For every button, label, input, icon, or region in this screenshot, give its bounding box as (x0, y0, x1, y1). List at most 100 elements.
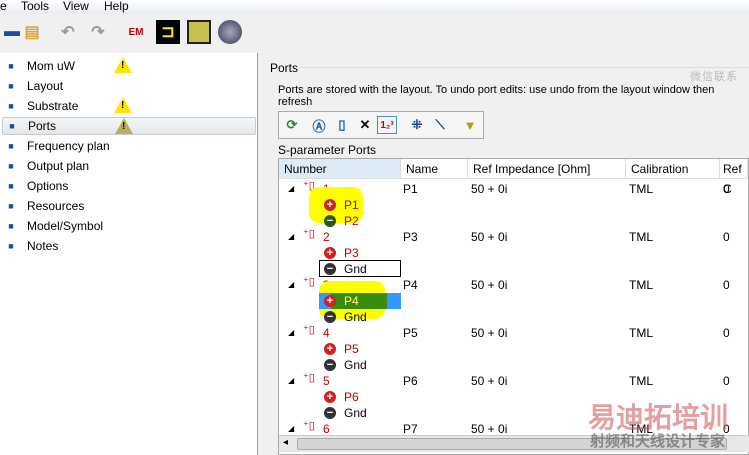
port-name[interactable]: P3 (403, 229, 418, 245)
expand-arrow[interactable]: ◢ (288, 328, 294, 337)
delete-port-icon[interactable]: ✕ (355, 116, 375, 134)
scroll-left-arrow[interactable]: ◂ (283, 437, 288, 448)
minus-terminal-icon: − (324, 407, 336, 419)
em-icon: ■ (8, 61, 14, 71)
port-number[interactable]: 5 (323, 373, 330, 389)
port-calibration[interactable]: TML (629, 229, 653, 245)
minus-terminal[interactable]: P2 (344, 213, 359, 229)
ports-group-title: Ports (270, 61, 299, 75)
minus-terminal[interactable]: Gnd (344, 309, 367, 325)
plus-terminal[interactable]: P5 (344, 341, 359, 357)
port-calibration[interactable]: TML (629, 277, 653, 293)
tree-item-label: Substrate (27, 99, 79, 113)
remove-terminal-icon[interactable]: ⟍ (430, 116, 450, 134)
port-number[interactable]: 4 (323, 325, 330, 341)
minus-terminal-icon: − (324, 215, 336, 227)
port-calibration[interactable]: TML (629, 181, 653, 197)
port-ref[interactable]: 0 (723, 229, 730, 245)
tree-item-label: Notes (27, 239, 59, 253)
tree-item-notes[interactable]: ■ Notes (2, 237, 256, 255)
refresh-icon[interactable]: ⟳ (282, 116, 302, 134)
minus-terminal-icon: − (324, 263, 336, 275)
column-header-number[interactable]: Number (279, 159, 401, 179)
tree-item-resources[interactable]: ■ Resources (2, 197, 256, 215)
3d-view-icon[interactable] (187, 20, 211, 44)
menu-tools[interactable]: Tools (21, 0, 49, 13)
menu-file[interactable]: e (0, 0, 7, 13)
minus-terminal[interactable]: Gnd (344, 261, 367, 277)
open-icon[interactable]: ▤ (20, 20, 44, 44)
undo-icon[interactable]: ↶ (56, 20, 80, 44)
port-name[interactable]: P6 (403, 373, 418, 389)
port-impedance[interactable]: 50 + 0i (471, 325, 507, 341)
port-icon: ⁺▯ (303, 372, 315, 384)
port-ref[interactable]: 0 (723, 181, 730, 197)
expand-arrow[interactable]: ◢ (288, 232, 294, 241)
port-number[interactable]: 2 (323, 229, 330, 245)
expand-arrow[interactable]: ◢ (288, 376, 294, 385)
notes-icon: ■ (8, 241, 14, 251)
port-name[interactable]: P1 (403, 181, 418, 197)
sparameter-ports-label: S-parameter Ports (278, 143, 377, 157)
port-calibration[interactable]: TML (629, 373, 653, 389)
add-terminal-icon[interactable]: ⁜ (407, 116, 427, 134)
minus-terminal-icon: − (324, 359, 336, 371)
minus-terminal[interactable]: Gnd (344, 405, 367, 421)
tree-item-layout[interactable]: ■ Layout (2, 77, 256, 95)
tree-item-label: Model/Symbol (27, 219, 104, 233)
expand-arrow[interactable]: ◢ (288, 184, 294, 193)
minus-terminal-icon: − (324, 311, 336, 323)
watermark-top: 微信联系 (690, 71, 738, 83)
port-name[interactable]: P4 (403, 277, 418, 293)
output-icon: ■ (8, 161, 14, 171)
tree-item-model-symbol[interactable]: ■ Model/Symbol (2, 217, 256, 235)
em-settings-icon[interactable]: EM (124, 20, 148, 44)
selected-cell (331, 293, 387, 309)
port-impedance[interactable]: 50 + 0i (471, 277, 507, 293)
tree-item-output-plan[interactable]: ■ Output plan (2, 157, 256, 175)
filter-icon[interactable]: ▼ (460, 116, 480, 134)
port-ref[interactable]: 0 (723, 325, 730, 341)
minus-terminal[interactable]: Gnd (344, 357, 367, 373)
tree-item-label: Ports (28, 119, 57, 133)
plus-terminal[interactable]: P3 (344, 245, 359, 261)
layout-icon[interactable]: ⊐ (156, 20, 180, 44)
plus-terminal[interactable]: P1 (344, 197, 359, 213)
menu-view[interactable]: View (63, 0, 89, 13)
tree-item-options[interactable]: ■ Options (2, 177, 256, 195)
port-ref[interactable]: 0 (723, 277, 730, 293)
plus-terminal-icon: + (324, 199, 336, 211)
column-header-name[interactable]: Name (401, 159, 468, 179)
main-toolbar (0, 16, 749, 50)
column-header-calibration[interactable]: Calibration (626, 159, 720, 179)
column-header-ref-impedance[interactable]: Ref Impedance [Ohm] (468, 159, 626, 179)
watermark-tagline: 射频和天线设计专家 (590, 433, 726, 450)
auto-add-port-icon[interactable]: Ⓐ (309, 116, 329, 134)
plus-terminal[interactable]: P4 (344, 293, 359, 309)
expand-arrow[interactable]: ◢ (288, 424, 294, 433)
renumber-icon[interactable]: 1₂³ (377, 116, 397, 134)
tree-item-label: Resources (27, 199, 85, 213)
port-impedance[interactable]: 50 + 0i (471, 229, 507, 245)
port-ref[interactable]: 0 (723, 373, 730, 389)
port-icon: ⁺▯ (303, 420, 315, 432)
expand-arrow[interactable]: ◢ (288, 280, 294, 289)
menu-help[interactable]: Help (104, 0, 129, 13)
column-header-ref[interactable]: Ref C (720, 159, 748, 196)
tree-item-label: Frequency plan (27, 139, 110, 153)
sphere-icon[interactable] (218, 20, 242, 44)
port-calibration[interactable]: TML (629, 325, 653, 341)
ports-info-text: Ports are stored with the layout. To und… (278, 84, 715, 108)
plus-terminal-icon: + (324, 295, 336, 307)
port-impedance[interactable]: 50 + 0i (471, 181, 507, 197)
port-name[interactable]: P5 (403, 325, 418, 341)
tree-item-frequency-plan[interactable]: ■ Frequency plan (2, 137, 256, 155)
tree-item-substrate[interactable]: ■ Substrate! (2, 97, 256, 115)
port-impedance[interactable]: 50 + 0i (471, 373, 507, 389)
plus-terminal[interactable]: P6 (344, 389, 359, 405)
redo-icon[interactable]: ↷ (86, 20, 110, 44)
ghz-icon: ■ (8, 141, 14, 151)
tree-item-ports[interactable]: ■ Ports! (2, 117, 256, 135)
tree-item-mom-uw[interactable]: ■ Mom uW! (2, 57, 256, 75)
add-port-icon[interactable]: ▯ (332, 116, 352, 134)
